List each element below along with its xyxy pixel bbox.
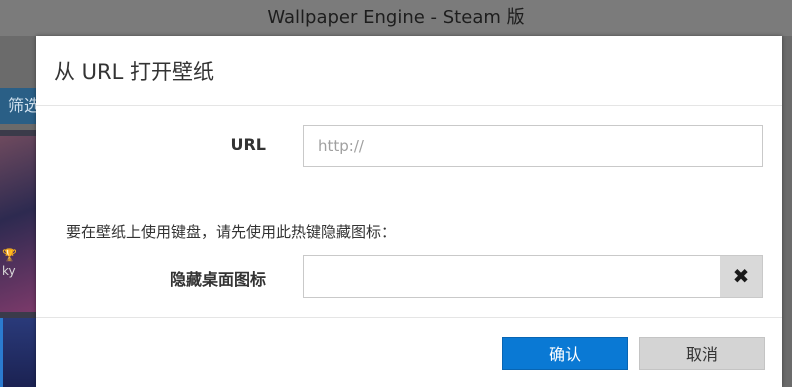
thumbnail-label: ky <box>2 264 16 278</box>
hotkey-hint: 要在壁纸上使用键盘，请先使用此热键隐藏图标： <box>66 223 397 241</box>
footer-divider <box>36 317 782 318</box>
open-url-dialog: 从 URL 打开壁纸 URL 要在壁纸上使用键盘，请先使用此热键隐藏图标： 隐藏… <box>36 36 782 387</box>
close-icon: ✖ <box>732 264 750 288</box>
confirm-button[interactable]: 确认 <box>502 337 628 370</box>
hide-icons-label: 隐藏桌面图标 <box>169 270 266 289</box>
dialog-title: 从 URL 打开壁纸 <box>54 60 215 84</box>
url-input[interactable] <box>303 125 763 167</box>
hotkey-input[interactable] <box>304 256 720 297</box>
trophy-icon: 🏆 <box>2 248 17 262</box>
clear-hotkey-button[interactable]: ✖ <box>720 256 762 297</box>
hotkey-field: ✖ <box>303 255 763 298</box>
wallpaper-thumbnail[interactable] <box>0 136 36 312</box>
url-label: URL <box>230 135 266 154</box>
cancel-button[interactable]: 取消 <box>639 337 765 370</box>
window-title: Wallpaper Engine - Steam 版 <box>0 0 792 36</box>
filter-tab[interactable]: 筛选 <box>0 88 36 124</box>
wallpaper-thumbnail-selected[interactable] <box>0 318 36 387</box>
dialog-header: 从 URL 打开壁纸 <box>36 36 782 106</box>
